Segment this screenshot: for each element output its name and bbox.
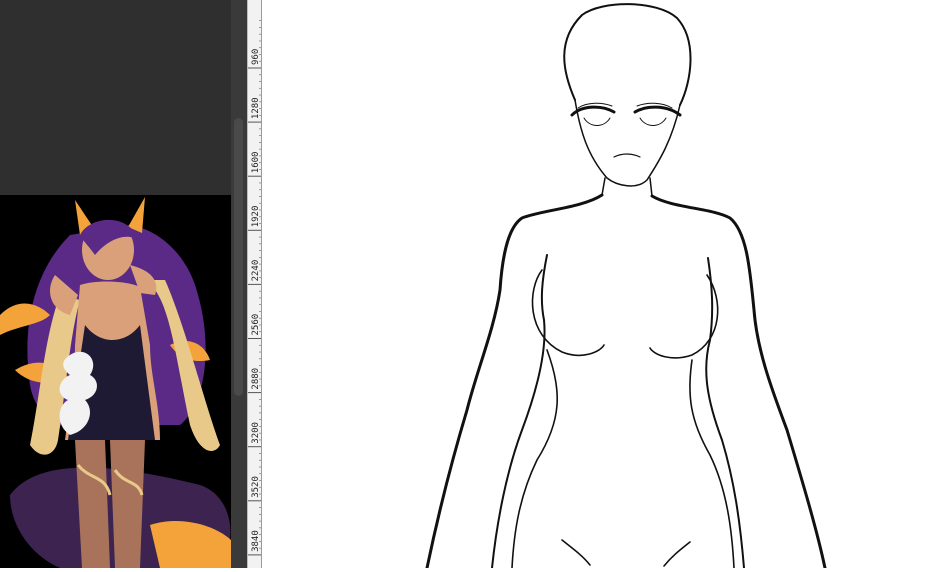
ruler-tick-label: 2240 [251, 260, 261, 282]
waist-right [689, 359, 735, 569]
ear-right [128, 197, 145, 233]
empty-panel-area [0, 0, 231, 195]
mouth [613, 153, 641, 158]
ruler-tick-label: 960 [251, 49, 261, 65]
eye-left-lower [583, 117, 611, 126]
head-outline [563, 3, 692, 106]
ruler-tick-label: 2880 [251, 368, 261, 390]
pelvis-right [663, 541, 691, 567]
eye-right-lower [639, 117, 667, 126]
right-arm-inner [705, 257, 745, 569]
scrollbar-thumb[interactable] [234, 118, 243, 396]
chest-right [649, 274, 719, 359]
neck-right [649, 177, 653, 197]
ruler-tick-label: 3520 [251, 476, 261, 498]
ruler-tick-label: 1920 [251, 206, 261, 228]
pelvis-left [561, 539, 591, 566]
eye-right-lash [633, 105, 682, 117]
ruler-ticks: 960 1280 1600 1920 2240 2560 2880 3200 3520 3840 [248, 20, 261, 556]
ruler-tick-label: 3200 [251, 422, 261, 444]
neck-left [601, 177, 606, 196]
vertical-ruler[interactable]: 960 1280 1600 1920 2240 2560 2880 3200 3520 3840 [247, 0, 262, 568]
leg-right [110, 440, 145, 568]
line-art [425, 3, 827, 570]
reference-illustration [0, 195, 231, 568]
ruler-tick-label: 3840 [251, 530, 261, 552]
ruler-tick-label: 1280 [251, 97, 261, 119]
waist-left [511, 349, 559, 569]
reference-panel [0, 0, 231, 568]
ruler-tick-label: 2560 [251, 314, 261, 336]
drawing-canvas[interactable] [262, 0, 942, 570]
jaw-line [574, 99, 681, 187]
left-arm-outer [425, 193, 604, 570]
reference-illustration-art [0, 197, 231, 568]
ruler-tick-label: 1600 [251, 152, 261, 174]
left-arm-inner [491, 254, 548, 569]
